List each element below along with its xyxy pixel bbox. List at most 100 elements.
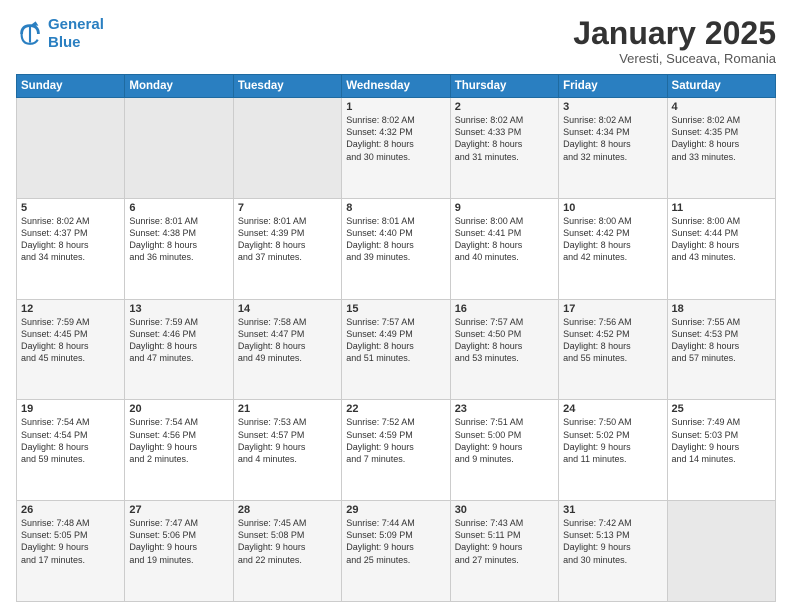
day-number: 28: [238, 504, 337, 516]
day-info: Sunrise: 7:59 AM Sunset: 4:45 PM Dayligh…: [21, 316, 120, 365]
day-number: 20: [129, 403, 228, 415]
calendar-cell: 31Sunrise: 7:42 AM Sunset: 5:13 PM Dayli…: [559, 501, 667, 602]
day-info: Sunrise: 7:54 AM Sunset: 4:54 PM Dayligh…: [21, 416, 120, 465]
calendar-cell: 11Sunrise: 8:00 AM Sunset: 4:44 PM Dayli…: [667, 198, 775, 299]
day-info: Sunrise: 7:55 AM Sunset: 4:53 PM Dayligh…: [672, 316, 771, 365]
day-info: Sunrise: 7:43 AM Sunset: 5:11 PM Dayligh…: [455, 517, 554, 566]
calendar-cell: [667, 501, 775, 602]
day-number: 1: [346, 101, 445, 113]
day-number: 8: [346, 202, 445, 214]
calendar-cell: 10Sunrise: 8:00 AM Sunset: 4:42 PM Dayli…: [559, 198, 667, 299]
day-info: Sunrise: 8:02 AM Sunset: 4:32 PM Dayligh…: [346, 114, 445, 163]
day-info: Sunrise: 8:01 AM Sunset: 4:39 PM Dayligh…: [238, 215, 337, 264]
calendar-cell: 18Sunrise: 7:55 AM Sunset: 4:53 PM Dayli…: [667, 299, 775, 400]
calendar: SundayMondayTuesdayWednesdayThursdayFrid…: [16, 74, 776, 602]
month-title: January 2025: [573, 16, 776, 51]
day-info: Sunrise: 7:49 AM Sunset: 5:03 PM Dayligh…: [672, 416, 771, 465]
header: General Blue January 2025 Veresti, Sucea…: [16, 16, 776, 66]
day-info: Sunrise: 7:47 AM Sunset: 5:06 PM Dayligh…: [129, 517, 228, 566]
calendar-week-row: 19Sunrise: 7:54 AM Sunset: 4:54 PM Dayli…: [17, 400, 776, 501]
page: General Blue January 2025 Veresti, Sucea…: [0, 0, 792, 612]
day-number: 12: [21, 303, 120, 315]
day-info: Sunrise: 8:00 AM Sunset: 4:42 PM Dayligh…: [563, 215, 662, 264]
weekday-header: Thursday: [450, 75, 558, 98]
day-info: Sunrise: 8:00 AM Sunset: 4:41 PM Dayligh…: [455, 215, 554, 264]
day-number: 17: [563, 303, 662, 315]
day-number: 26: [21, 504, 120, 516]
day-number: 18: [672, 303, 771, 315]
day-number: 5: [21, 202, 120, 214]
day-info: Sunrise: 7:58 AM Sunset: 4:47 PM Dayligh…: [238, 316, 337, 365]
day-number: 6: [129, 202, 228, 214]
day-info: Sunrise: 8:00 AM Sunset: 4:44 PM Dayligh…: [672, 215, 771, 264]
day-info: Sunrise: 7:59 AM Sunset: 4:46 PM Dayligh…: [129, 316, 228, 365]
calendar-cell: 25Sunrise: 7:49 AM Sunset: 5:03 PM Dayli…: [667, 400, 775, 501]
calendar-cell: 2Sunrise: 8:02 AM Sunset: 4:33 PM Daylig…: [450, 98, 558, 199]
calendar-cell: 13Sunrise: 7:59 AM Sunset: 4:46 PM Dayli…: [125, 299, 233, 400]
day-info: Sunrise: 7:44 AM Sunset: 5:09 PM Dayligh…: [346, 517, 445, 566]
calendar-cell: 19Sunrise: 7:54 AM Sunset: 4:54 PM Dayli…: [17, 400, 125, 501]
day-number: 27: [129, 504, 228, 516]
day-info: Sunrise: 7:57 AM Sunset: 4:50 PM Dayligh…: [455, 316, 554, 365]
logo: General Blue: [16, 16, 104, 52]
calendar-cell: 28Sunrise: 7:45 AM Sunset: 5:08 PM Dayli…: [233, 501, 341, 602]
weekday-header: Saturday: [667, 75, 775, 98]
calendar-cell: [17, 98, 125, 199]
day-number: 21: [238, 403, 337, 415]
weekday-header: Wednesday: [342, 75, 450, 98]
day-number: 30: [455, 504, 554, 516]
weekday-header: Tuesday: [233, 75, 341, 98]
day-number: 10: [563, 202, 662, 214]
day-number: 16: [455, 303, 554, 315]
day-number: 13: [129, 303, 228, 315]
logo-text: General Blue: [48, 16, 104, 52]
calendar-cell: 14Sunrise: 7:58 AM Sunset: 4:47 PM Dayli…: [233, 299, 341, 400]
calendar-cell: [125, 98, 233, 199]
day-info: Sunrise: 8:01 AM Sunset: 4:40 PM Dayligh…: [346, 215, 445, 264]
calendar-cell: 6Sunrise: 8:01 AM Sunset: 4:38 PM Daylig…: [125, 198, 233, 299]
day-info: Sunrise: 7:51 AM Sunset: 5:00 PM Dayligh…: [455, 416, 554, 465]
logo-icon: [16, 20, 44, 48]
weekday-header: Sunday: [17, 75, 125, 98]
day-number: 14: [238, 303, 337, 315]
calendar-cell: 12Sunrise: 7:59 AM Sunset: 4:45 PM Dayli…: [17, 299, 125, 400]
calendar-week-row: 12Sunrise: 7:59 AM Sunset: 4:45 PM Dayli…: [17, 299, 776, 400]
calendar-week-row: 5Sunrise: 8:02 AM Sunset: 4:37 PM Daylig…: [17, 198, 776, 299]
calendar-cell: 17Sunrise: 7:56 AM Sunset: 4:52 PM Dayli…: [559, 299, 667, 400]
calendar-cell: [233, 98, 341, 199]
calendar-cell: 24Sunrise: 7:50 AM Sunset: 5:02 PM Dayli…: [559, 400, 667, 501]
weekday-header: Monday: [125, 75, 233, 98]
day-number: 7: [238, 202, 337, 214]
day-number: 24: [563, 403, 662, 415]
calendar-cell: 22Sunrise: 7:52 AM Sunset: 4:59 PM Dayli…: [342, 400, 450, 501]
day-info: Sunrise: 7:42 AM Sunset: 5:13 PM Dayligh…: [563, 517, 662, 566]
day-info: Sunrise: 7:53 AM Sunset: 4:57 PM Dayligh…: [238, 416, 337, 465]
logo-line2: Blue: [48, 34, 81, 51]
location: Veresti, Suceava, Romania: [573, 51, 776, 66]
calendar-cell: 7Sunrise: 8:01 AM Sunset: 4:39 PM Daylig…: [233, 198, 341, 299]
logo-line1: General: [48, 16, 104, 33]
day-info: Sunrise: 7:45 AM Sunset: 5:08 PM Dayligh…: [238, 517, 337, 566]
calendar-cell: 9Sunrise: 8:00 AM Sunset: 4:41 PM Daylig…: [450, 198, 558, 299]
calendar-cell: 30Sunrise: 7:43 AM Sunset: 5:11 PM Dayli…: [450, 501, 558, 602]
calendar-cell: 26Sunrise: 7:48 AM Sunset: 5:05 PM Dayli…: [17, 501, 125, 602]
day-number: 29: [346, 504, 445, 516]
weekday-header-row: SundayMondayTuesdayWednesdayThursdayFrid…: [17, 75, 776, 98]
day-info: Sunrise: 8:01 AM Sunset: 4:38 PM Dayligh…: [129, 215, 228, 264]
calendar-cell: 29Sunrise: 7:44 AM Sunset: 5:09 PM Dayli…: [342, 501, 450, 602]
calendar-cell: 3Sunrise: 8:02 AM Sunset: 4:34 PM Daylig…: [559, 98, 667, 199]
day-number: 19: [21, 403, 120, 415]
day-number: 11: [672, 202, 771, 214]
calendar-cell: 4Sunrise: 8:02 AM Sunset: 4:35 PM Daylig…: [667, 98, 775, 199]
calendar-week-row: 1Sunrise: 8:02 AM Sunset: 4:32 PM Daylig…: [17, 98, 776, 199]
calendar-cell: 20Sunrise: 7:54 AM Sunset: 4:56 PM Dayli…: [125, 400, 233, 501]
day-info: Sunrise: 7:48 AM Sunset: 5:05 PM Dayligh…: [21, 517, 120, 566]
day-number: 15: [346, 303, 445, 315]
day-number: 4: [672, 101, 771, 113]
day-info: Sunrise: 8:02 AM Sunset: 4:37 PM Dayligh…: [21, 215, 120, 264]
title-block: January 2025 Veresti, Suceava, Romania: [573, 16, 776, 66]
day-number: 31: [563, 504, 662, 516]
day-info: Sunrise: 8:02 AM Sunset: 4:35 PM Dayligh…: [672, 114, 771, 163]
calendar-week-row: 26Sunrise: 7:48 AM Sunset: 5:05 PM Dayli…: [17, 501, 776, 602]
day-number: 9: [455, 202, 554, 214]
